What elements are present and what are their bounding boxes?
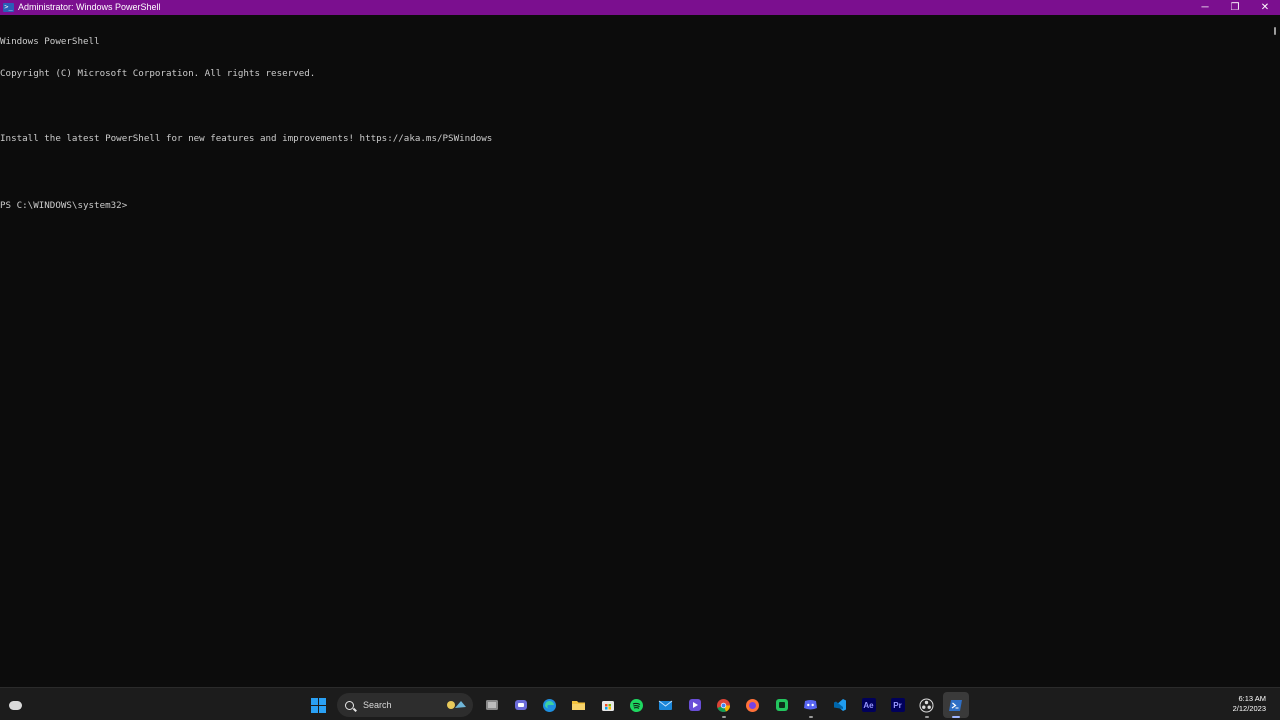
text-cursor[interactable] [127, 199, 132, 208]
file-explorer-icon[interactable] [566, 692, 592, 718]
media-player-icon[interactable] [682, 692, 708, 718]
clock-date: 2/12/2023 [1232, 704, 1266, 713]
after-effects-icon[interactable]: Ae [856, 692, 882, 718]
system-clock[interactable]: 6:13 AM 2/12/2023 [1233, 694, 1266, 714]
widgets-weather-icon[interactable] [6, 696, 24, 714]
clock-time: 6:13 AM [1238, 694, 1266, 703]
console-scrollbar[interactable] [1270, 15, 1280, 687]
scrollbar-thumb[interactable] [1274, 27, 1276, 35]
task-view-icon[interactable] [479, 692, 505, 718]
maximize-button[interactable]: ❐ [1220, 0, 1250, 15]
search-label: Search [363, 700, 392, 710]
console-line: Windows PowerShell [0, 35, 100, 47]
firefox-icon[interactable] [740, 692, 766, 718]
powershell-taskbar-icon[interactable] [942, 692, 969, 718]
cloud-icon [8, 700, 22, 710]
console-line: Install the latest PowerShell for new fe… [0, 132, 493, 144]
spotify-icon[interactable] [624, 692, 650, 718]
windows-logo-icon [311, 697, 326, 713]
obs-icon[interactable] [914, 692, 940, 718]
green-app-icon[interactable] [769, 692, 795, 718]
teams-chat-icon[interactable] [508, 692, 534, 718]
window-titlebar[interactable]: >_ Administrator: Windows PowerShell ─ ❐… [0, 0, 1280, 15]
premiere-pro-glyph: Pr [890, 698, 905, 712]
console-prompt: PS C:\WINDOWS\system32> [0, 199, 128, 211]
start-button[interactable] [306, 692, 332, 718]
console-line: Copyright (C) Microsoft Corporation. All… [0, 67, 316, 79]
taskbar-apps: Search Ae Pr [304, 692, 970, 718]
taskbar-search[interactable]: Search [337, 693, 473, 717]
mail-icon[interactable] [653, 692, 679, 718]
search-highlight-icon [447, 701, 466, 709]
powershell-icon: >_ [3, 3, 14, 12]
microsoft-store-icon[interactable] [595, 692, 621, 718]
window-controls: ─ ❐ ✕ [1190, 0, 1280, 15]
window-title: Administrator: Windows PowerShell [18, 2, 161, 12]
chrome-icon[interactable] [711, 692, 737, 718]
search-icon [345, 700, 354, 710]
edge-icon[interactable] [537, 692, 563, 718]
vscode-icon[interactable] [827, 692, 853, 718]
after-effects-glyph: Ae [861, 698, 876, 712]
minimize-button[interactable]: ─ [1190, 0, 1220, 15]
discord-icon[interactable] [798, 692, 824, 718]
taskbar: Search Ae Pr 6:13 AM 2/12/2023 [0, 687, 1280, 720]
premiere-pro-icon[interactable]: Pr [885, 692, 911, 718]
console-output[interactable]: Windows PowerShell Copyright (C) Microso… [0, 15, 1270, 687]
close-button[interactable]: ✕ [1250, 0, 1280, 15]
